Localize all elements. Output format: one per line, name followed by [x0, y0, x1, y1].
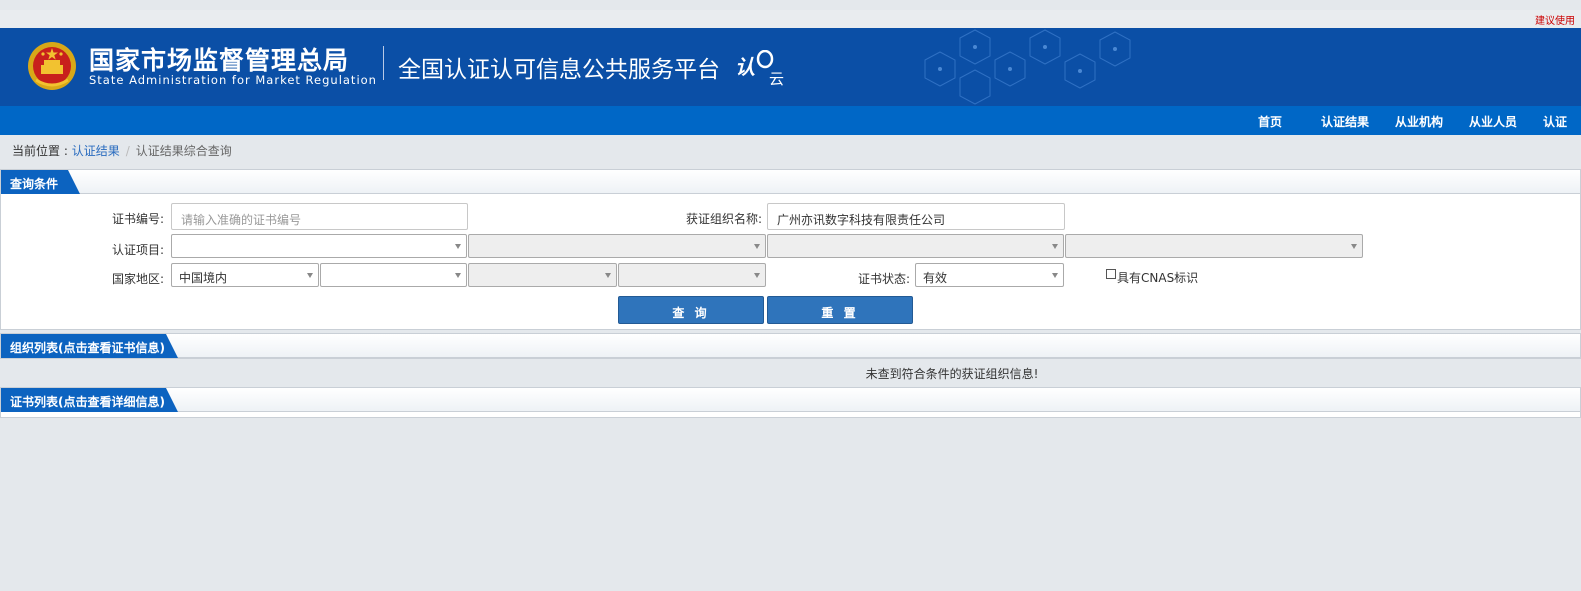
chevron-down-icon	[754, 273, 760, 278]
nav-home[interactable]: 首页	[1258, 113, 1282, 130]
region-select-district[interactable]	[618, 263, 766, 287]
national-emblem-icon	[28, 42, 76, 90]
breadcrumb-separator: /	[125, 144, 130, 158]
nav-cert-results[interactable]: 认证结果	[1321, 113, 1369, 130]
site-banner: 国家市场监督管理总局 State Administration for Mark…	[0, 28, 1581, 106]
breadcrumb-link-cert-results[interactable]: 认证结果	[72, 144, 120, 158]
cert-no-label: 证书编号:	[112, 212, 165, 226]
nav-personnel[interactable]: 从业人员	[1469, 113, 1517, 130]
nav-certification[interactable]: 认证	[1543, 113, 1567, 130]
project-label: 认证项目:	[112, 243, 165, 257]
org-name-chinese: 国家市场监督管理总局	[89, 46, 350, 75]
cnas-checkbox[interactable]	[1106, 269, 1116, 279]
region-select-province[interactable]	[320, 263, 467, 287]
renzheng-cloud-logo-icon: 认 云	[735, 50, 784, 86]
cnas-checkbox-label[interactable]: 具有CNAS标识	[1117, 269, 1198, 286]
org-list-header: 组织列表(点击查看证书信息)	[1, 334, 1580, 358]
cert-list-header: 证书列表(点击查看详细信息)	[1, 388, 1580, 412]
project-select-3[interactable]	[767, 234, 1064, 258]
org-list-panel: 组织列表(点击查看证书信息)	[0, 333, 1581, 359]
svg-text:认: 认	[735, 55, 755, 79]
chevron-down-icon	[455, 273, 461, 278]
svg-text:云: 云	[769, 70, 784, 86]
query-panel: 查询条件 证书编号: 请输入准确的证书编号 获证组织名称: 广州亦讯数字科技有限…	[0, 169, 1581, 330]
org-name-english: State Administration for Market Regulati…	[89, 73, 377, 87]
browser-notice: 建议使用	[1535, 16, 1575, 27]
chevron-down-icon	[307, 273, 313, 278]
cert-no-input[interactable]: 请输入准确的证书编号	[171, 203, 468, 230]
breadcrumb-prefix: 当前位置 :	[12, 144, 72, 158]
cert-list-panel: 证书列表(点击查看详细信息)	[0, 387, 1581, 418]
project-select-1[interactable]	[171, 234, 467, 258]
query-panel-title: 查询条件	[1, 170, 80, 194]
platform-title: 全国认证认可信息公共服务平台	[398, 57, 720, 83]
main-navbar: 首页 认证结果 从业机构 从业人员 认证	[0, 106, 1581, 135]
chevron-down-icon	[754, 244, 760, 249]
search-button[interactable]: 查 询	[618, 296, 764, 324]
project-select-2[interactable]	[468, 234, 766, 258]
breadcrumb: 当前位置 : 认证结果 / 认证结果综合查询	[12, 142, 232, 159]
org-list-empty-message: 未查到符合条件的获证组织信息!	[865, 367, 1039, 381]
org-list-title: 组织列表(点击查看证书信息)	[1, 334, 178, 358]
status-select[interactable]: 有效	[915, 263, 1064, 287]
region-select-city[interactable]	[468, 263, 617, 287]
org-name-label: 获证组织名称:	[686, 212, 763, 226]
cert-list-title: 证书列表(点击查看详细信息)	[1, 388, 178, 412]
reset-button[interactable]: 重 置	[767, 296, 913, 324]
org-name-input[interactable]: 广州亦讯数字科技有限责任公司	[767, 203, 1065, 230]
top-strip: 建议使用	[0, 10, 1581, 28]
query-panel-header: 查询条件	[1, 170, 1580, 194]
region-select-country[interactable]: 中国境内	[171, 263, 319, 287]
breadcrumb-current: 认证结果综合查询	[135, 144, 232, 158]
region-label: 国家地区:	[112, 272, 165, 286]
hexagon-pattern-decoration	[924, 29, 1131, 105]
banner-divider	[383, 46, 384, 80]
chevron-down-icon	[455, 244, 461, 249]
status-label: 证书状态:	[858, 272, 911, 286]
chevron-down-icon	[605, 273, 611, 278]
nav-institutions[interactable]: 从业机构	[1395, 113, 1443, 130]
project-select-4[interactable]	[1065, 234, 1363, 258]
chevron-down-icon	[1351, 244, 1357, 249]
chevron-down-icon	[1052, 244, 1058, 249]
chevron-down-icon	[1052, 273, 1058, 278]
